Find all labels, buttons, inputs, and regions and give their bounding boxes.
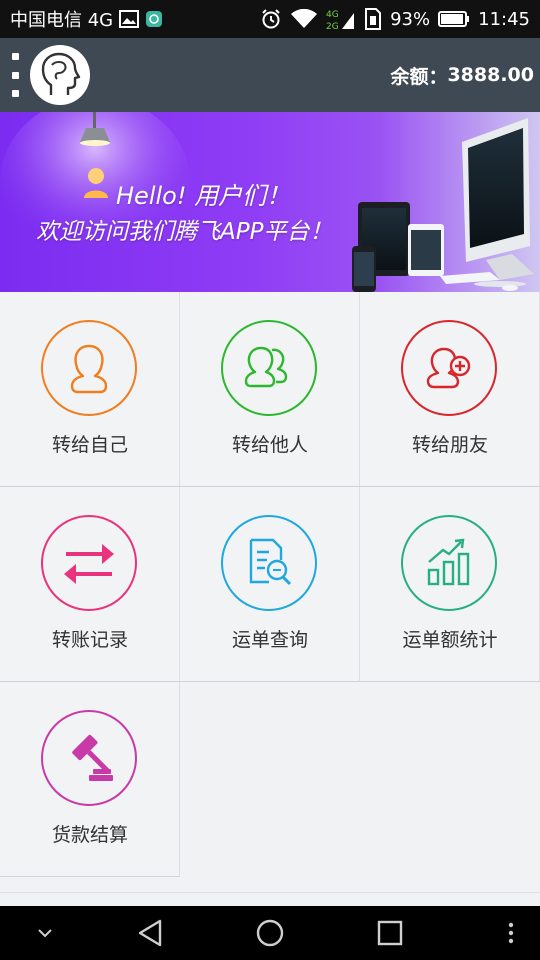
sim-icon bbox=[364, 8, 382, 30]
menu-item-label: 运单额统计 bbox=[402, 629, 498, 651]
person-icon bbox=[41, 320, 137, 416]
banner-greeting: Hello! 用户们！ bbox=[116, 182, 291, 210]
menu-icon[interactable] bbox=[10, 53, 20, 97]
function-grid: 转给自己 转给他人 转给朋友 转账记录 运单查询 运单额统计 货款结算 bbox=[0, 292, 540, 878]
menu-item-label: 转给他人 bbox=[231, 434, 308, 456]
status-bar: 中国电信 4G 4G 2G 93% 11:45 bbox=[0, 0, 540, 38]
people-icon bbox=[221, 320, 317, 416]
menu-item-transfer-friends[interactable]: 转给朋友 bbox=[360, 292, 540, 487]
menu-item-label: 运单查询 bbox=[231, 629, 308, 651]
menu-item-transfer-others[interactable]: 转给他人 bbox=[180, 292, 360, 487]
menu-item-label: 转给朋友 bbox=[411, 434, 488, 456]
wifi-icon bbox=[290, 9, 318, 29]
transfer-arrows-icon bbox=[41, 515, 137, 611]
carrier-label: 中国电信 4G bbox=[10, 10, 114, 31]
menu-item-label: 转给自己 bbox=[51, 434, 128, 456]
app-screen: 中国电信 4G 4G 2G 93% 11:45 余额： 3888.00 Hell… bbox=[0, 0, 540, 960]
alarm-icon bbox=[260, 8, 282, 30]
head-profile-icon bbox=[41, 52, 81, 95]
menu-item-waybill-query[interactable]: 运单查询 bbox=[180, 487, 360, 682]
more-icon[interactable] bbox=[496, 906, 526, 960]
menu-item-payment-settlement[interactable]: 货款结算 bbox=[0, 682, 180, 877]
gavel-icon bbox=[41, 710, 137, 806]
image-icon bbox=[119, 10, 140, 28]
svg-text:2G: 2G bbox=[326, 22, 339, 31]
balance-label: 余额： bbox=[390, 65, 448, 88]
menu-item-label: 货款结算 bbox=[51, 824, 128, 846]
menu-item-self-transfer[interactable]: 转给自己 bbox=[0, 292, 180, 487]
menu-item-waybill-stats[interactable]: 运单额统计 bbox=[360, 487, 540, 682]
divider bbox=[0, 892, 540, 893]
menu-item-label: 转账记录 bbox=[51, 629, 128, 651]
avatar[interactable] bbox=[30, 45, 90, 105]
app-header: 余额： 3888.00 bbox=[0, 38, 540, 112]
chevron-down-icon[interactable] bbox=[28, 906, 62, 960]
signal-icon: 4G 2G bbox=[326, 7, 356, 31]
recents-icon[interactable] bbox=[370, 906, 410, 960]
document-search-icon bbox=[221, 515, 317, 611]
balance-display: 余额： 3888.00 bbox=[390, 62, 534, 89]
back-icon[interactable] bbox=[130, 906, 170, 960]
banner-text: Hello! 用户们！ 欢迎访问我们腾飞APP平台！ bbox=[36, 178, 332, 250]
add-friend-icon bbox=[401, 320, 497, 416]
battery-icon bbox=[438, 10, 470, 28]
promo-banner[interactable]: Hello! 用户们！ 欢迎访问我们腾飞APP平台！ bbox=[0, 112, 540, 292]
banner-welcome: 欢迎访问我们腾飞APP平台！ bbox=[36, 219, 333, 245]
clock: 11:45 bbox=[478, 8, 530, 30]
menu-item-transfer-records[interactable]: 转账记录 bbox=[0, 487, 180, 682]
svg-text:4G: 4G bbox=[326, 10, 339, 20]
battery-percent: 93% bbox=[390, 8, 431, 30]
balance-value: 3888.00 bbox=[447, 64, 534, 86]
system-nav-bar bbox=[0, 906, 540, 960]
bar-chart-icon bbox=[401, 515, 497, 611]
app-notification-icon bbox=[145, 10, 163, 28]
devices-illustration bbox=[352, 118, 534, 292]
grid-empty-space bbox=[180, 682, 540, 878]
home-icon[interactable] bbox=[250, 906, 290, 960]
